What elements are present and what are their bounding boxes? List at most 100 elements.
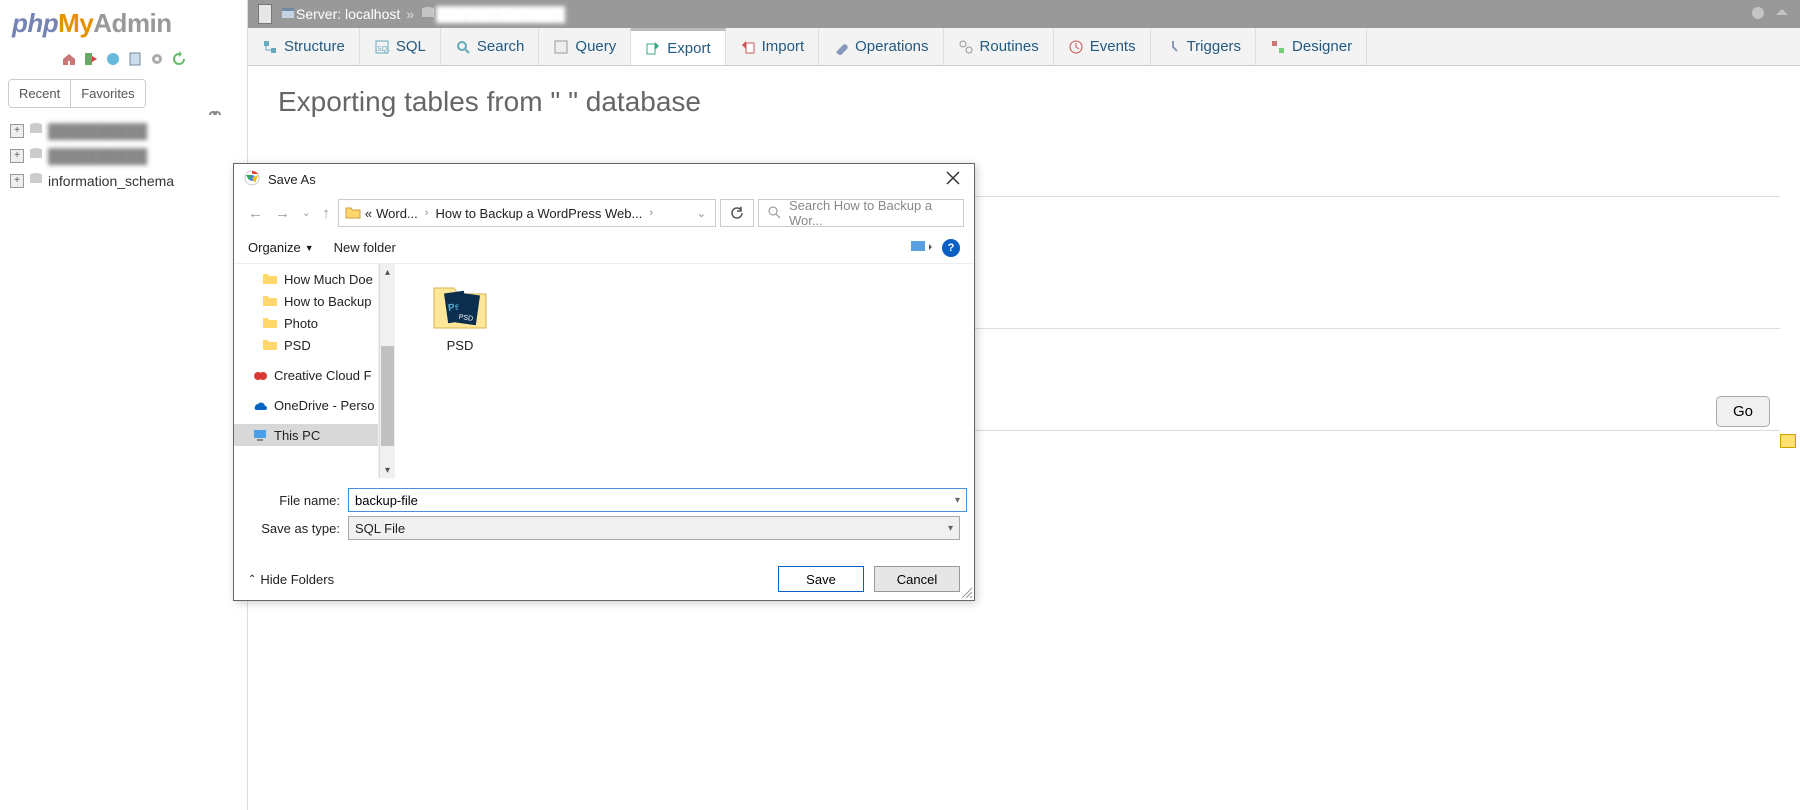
recent-dropdown-icon[interactable]: ⌄ — [298, 204, 314, 223]
db-icon — [28, 171, 44, 190]
dialog-toolbar: Organize ▼ New folder ? — [234, 232, 974, 264]
expand-icon[interactable]: + — [10, 124, 24, 138]
gear-icon[interactable] — [1750, 5, 1766, 24]
back-arrow-icon[interactable]: ← — [244, 201, 267, 226]
structure-icon — [262, 39, 278, 55]
tab-operations[interactable]: Operations — [819, 28, 943, 65]
file-name-label: File name: — [248, 493, 340, 508]
db-icon — [28, 146, 44, 165]
recent-favorites-tabs: Recent Favorites — [8, 79, 146, 108]
folder-icon — [262, 315, 278, 331]
chevron-right-icon: › — [649, 207, 653, 219]
tab-triggers[interactable]: Triggers — [1151, 28, 1256, 65]
note-icon[interactable] — [1780, 434, 1796, 448]
search-icon — [455, 39, 471, 55]
tab-query[interactable]: Query — [539, 28, 631, 65]
svg-text:SQL: SQL — [377, 46, 390, 53]
file-item-psd[interactable]: PsPSD PSD — [415, 274, 505, 353]
drag-handle-icon[interactable] — [258, 4, 272, 24]
breadcrumb-part[interactable]: How to Backup a WordPress Web... — [435, 206, 642, 221]
creative-cloud-icon — [252, 367, 268, 383]
breadcrumb-database[interactable]: █████████████ — [436, 6, 565, 22]
server-icon — [280, 5, 296, 24]
refresh-button[interactable] — [720, 199, 754, 227]
sidebar: phpMyAdmin Recent Favorites +██████████ … — [0, 0, 248, 810]
expand-icon[interactable]: + — [10, 174, 24, 188]
psd-folder-icon: PsPSD — [430, 274, 490, 334]
nav-folder[interactable]: Photo — [234, 312, 378, 334]
help-icon[interactable]: ? — [942, 239, 960, 257]
globe-icon[interactable] — [105, 51, 121, 67]
exit-icon[interactable] — [83, 51, 99, 67]
dialog-fields: File name: ▾ Save as type: SQL File▾ — [234, 478, 974, 550]
dialog-nav: ← → ⌄ ↑ « Word... › How to Backup a Word… — [234, 194, 974, 232]
dialog-body: How Much Doe How to Backup Photo PSD Cre… — [234, 264, 974, 478]
link-icon[interactable] — [207, 108, 223, 123]
nav-creative-cloud[interactable]: Creative Cloud F — [234, 364, 378, 386]
tree-item[interactable]: +██████████ — [6, 143, 247, 168]
nav-folder[interactable]: How to Backup — [234, 290, 378, 312]
db-tree: +██████████ +██████████ +information_sch… — [0, 118, 247, 193]
save-type-label: Save as type: — [248, 521, 340, 536]
tab-sql[interactable]: SQLSQL — [360, 28, 441, 65]
tab-search[interactable]: Search — [441, 28, 540, 65]
tab-export[interactable]: Export — [631, 28, 725, 65]
tab-favorites[interactable]: Favorites — [71, 80, 144, 107]
forward-arrow-icon[interactable]: → — [271, 201, 294, 226]
view-mode-icon[interactable] — [910, 238, 932, 257]
tab-structure[interactable]: Structure — [248, 28, 360, 65]
nav-this-pc[interactable]: This PC — [234, 424, 378, 446]
up-arrow-icon[interactable]: ↑ — [318, 201, 334, 226]
onedrive-icon — [252, 397, 268, 413]
scroll-down-icon[interactable]: ▾ — [380, 462, 395, 478]
search-input[interactable]: Search How to Backup a Wor... — [758, 199, 964, 227]
hide-folders-button[interactable]: ⌃Hide Folders — [248, 572, 334, 587]
scroll-thumb[interactable] — [381, 346, 394, 446]
chevron-down-icon[interactable]: ⌄ — [697, 207, 706, 220]
db-icon — [28, 121, 44, 140]
organize-button[interactable]: Organize ▼ — [248, 240, 314, 255]
pc-icon — [252, 427, 268, 443]
resize-grip-icon[interactable] — [960, 586, 972, 598]
chevron-right-icon: › — [425, 207, 429, 219]
expand-icon[interactable]: + — [10, 149, 24, 163]
home-icon[interactable] — [61, 51, 77, 67]
tab-import[interactable]: Import — [726, 28, 820, 65]
tree-item[interactable]: +information_schema — [6, 168, 247, 193]
query-icon — [553, 39, 569, 55]
file-list[interactable]: PsPSD PSD — [395, 264, 974, 478]
routines-icon — [958, 39, 974, 55]
phpmyadmin-logo: phpMyAdmin — [0, 0, 247, 47]
new-folder-button[interactable]: New folder — [334, 240, 396, 255]
docs-icon[interactable] — [127, 51, 143, 67]
tab-designer[interactable]: Designer — [1256, 28, 1367, 65]
reload-icon[interactable] — [171, 51, 187, 67]
clock-icon — [1068, 39, 1084, 55]
nav-folder[interactable]: PSD — [234, 334, 378, 356]
collapse-icon[interactable] — [1774, 5, 1790, 24]
database-icon — [420, 5, 436, 24]
close-icon[interactable] — [942, 167, 964, 192]
folder-icon — [262, 337, 278, 353]
path-breadcrumb[interactable]: « Word... › How to Backup a WordPress We… — [338, 199, 716, 227]
navigation-pane: How Much Doe How to Backup Photo PSD Cre… — [234, 264, 379, 478]
save-type-select[interactable]: SQL File▾ — [348, 516, 960, 540]
chevron-up-icon: ⌃ — [248, 574, 256, 585]
tab-routines[interactable]: Routines — [944, 28, 1054, 65]
go-button[interactable]: Go — [1716, 396, 1770, 427]
gear-icon[interactable] — [149, 51, 165, 67]
designer-icon — [1270, 39, 1286, 55]
nav-onedrive[interactable]: OneDrive - Perso — [234, 394, 378, 416]
tab-events[interactable]: Events — [1054, 28, 1151, 65]
save-button[interactable]: Save — [778, 566, 864, 592]
nav-folder[interactable]: How Much Doe — [234, 268, 378, 290]
scroll-up-icon[interactable]: ▴ — [380, 264, 395, 280]
sidebar-iconbar — [0, 47, 247, 75]
page-title: Exporting tables from " " database — [278, 86, 1770, 118]
breadcrumb-part[interactable]: Word... — [376, 206, 418, 221]
file-name-input[interactable] — [348, 488, 967, 512]
nav-scrollbar[interactable]: ▴ ▾ — [379, 264, 395, 478]
breadcrumb-server[interactable]: Server: localhost — [296, 6, 400, 22]
tab-recent[interactable]: Recent — [9, 80, 71, 107]
cancel-button[interactable]: Cancel — [874, 566, 960, 592]
